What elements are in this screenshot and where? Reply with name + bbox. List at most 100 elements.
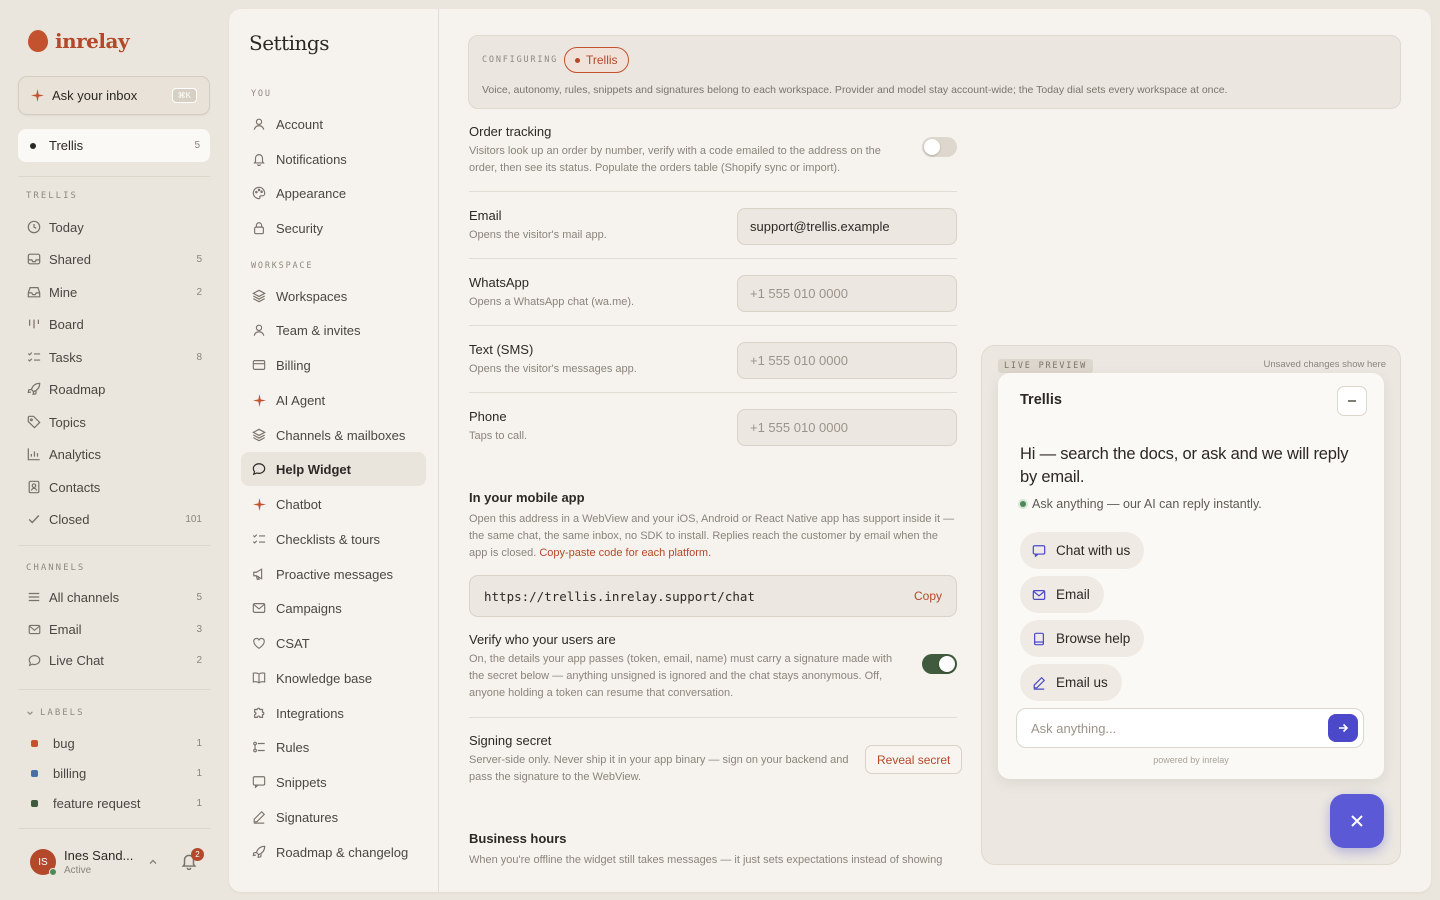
settings-nav-label: Checklists & tours bbox=[276, 531, 381, 547]
sidebar-item-live-chat[interactable]: Live Chat 2 bbox=[18, 646, 210, 674]
settings-nav-rules[interactable]: Rules bbox=[241, 730, 426, 764]
section-trellis: TRELLIS bbox=[26, 191, 78, 201]
chat-icon bbox=[251, 461, 267, 477]
widget-email-button[interactable]: Email bbox=[1020, 576, 1104, 613]
copy-url-button[interactable]: Copy bbox=[914, 589, 942, 603]
widget-input-placeholder: Ask anything... bbox=[1031, 720, 1117, 736]
sparkle-icon bbox=[31, 89, 44, 102]
workspace-count: 5 bbox=[194, 140, 200, 151]
sidebar-item-all-channels[interactable]: All channels 5 bbox=[18, 583, 210, 611]
bell-icon bbox=[251, 151, 267, 167]
live-preview-label: LIVE PREVIEW bbox=[998, 359, 1094, 373]
chevron-up-icon[interactable] bbox=[148, 857, 158, 867]
whatsapp-field[interactable]: +1 555 010 0000 bbox=[737, 275, 957, 312]
divider bbox=[18, 176, 210, 177]
widget-browse-help-button[interactable]: Browse help bbox=[1020, 620, 1145, 657]
sidebar-item-label: Roadmap bbox=[49, 381, 106, 397]
sidebar-item-today[interactable]: Today bbox=[18, 213, 210, 241]
send-button[interactable] bbox=[1328, 714, 1358, 742]
settings-nav-team[interactable]: Team & invites bbox=[241, 313, 426, 347]
sidebar-item-email[interactable]: Email 3 bbox=[18, 615, 210, 643]
widget-chat-button[interactable]: Chat with us bbox=[1020, 532, 1145, 569]
settings-nav-label: Rules bbox=[276, 739, 310, 755]
settings-nav-appearance[interactable]: Appearance bbox=[241, 176, 426, 210]
verify-toggle[interactable] bbox=[922, 654, 957, 674]
settings-nav-label: Team & invites bbox=[276, 322, 361, 338]
settings-nav-security[interactable]: Security bbox=[241, 211, 426, 245]
workspace-name: Trellis bbox=[49, 138, 84, 153]
user-menu[interactable]: IS Ines Sand... Active 2 bbox=[18, 840, 210, 884]
ask-inbox-label: Ask your inbox bbox=[52, 88, 138, 103]
sidebar-label-bug[interactable]: bug 1 bbox=[18, 729, 210, 757]
clock-icon bbox=[26, 219, 42, 235]
phone-field[interactable]: +1 555 010 0000 bbox=[737, 409, 957, 446]
settings-nav-help-widget[interactable]: Help Widget bbox=[241, 452, 426, 486]
tag-icon bbox=[26, 414, 42, 430]
chat-icon bbox=[1032, 543, 1048, 559]
settings-nav-channels[interactable]: Channels & mailboxes bbox=[241, 418, 426, 452]
ask-inbox-button[interactable]: Ask your inbox ⌘K bbox=[18, 76, 210, 115]
sidebar-item-shared[interactable]: Shared 5 bbox=[18, 245, 210, 273]
pen-icon bbox=[1032, 675, 1048, 691]
sidebar-item-roadmap[interactable]: Roadmap bbox=[18, 375, 210, 403]
label-color-swatch bbox=[31, 799, 38, 807]
settings-nav-proactive[interactable]: Proactive messages bbox=[241, 557, 426, 591]
sidebar-item-analytics[interactable]: Analytics bbox=[18, 440, 210, 468]
sidebar-item-tasks[interactable]: Tasks 8 bbox=[18, 343, 210, 371]
chat-icon bbox=[26, 652, 42, 668]
divider bbox=[469, 191, 957, 192]
sidebar-item-closed[interactable]: Closed 101 bbox=[18, 505, 210, 533]
sidebar-item-topics[interactable]: Topics bbox=[18, 408, 210, 436]
settings-nav-knowledge-base[interactable]: Knowledge base bbox=[241, 661, 426, 695]
book-icon bbox=[1032, 631, 1048, 647]
brand-logo[interactable]: inrelay bbox=[28, 29, 130, 53]
settings-nav-account[interactable]: Account bbox=[241, 107, 426, 141]
sms-field[interactable]: +1 555 010 0000 bbox=[737, 342, 957, 379]
phone-title: Phone bbox=[469, 409, 507, 424]
widget-launcher-close-button[interactable] bbox=[1330, 794, 1384, 848]
settings-nav-campaigns[interactable]: Campaigns bbox=[241, 591, 426, 625]
settings-nav-roadmap-changelog[interactable]: Roadmap & changelog bbox=[241, 835, 426, 869]
sidebar-label-billing[interactable]: billing 1 bbox=[18, 759, 210, 787]
workspace-switcher[interactable]: Trellis 5 bbox=[18, 129, 210, 162]
settings-nav-workspaces[interactable]: Workspaces bbox=[241, 279, 426, 313]
section-labels-text: LABELS bbox=[40, 708, 85, 718]
sidebar-item-count: 101 bbox=[185, 513, 202, 525]
email-field[interactable]: support@trellis.example bbox=[737, 208, 957, 245]
widget-subtitle-text: Ask anything — our AI can reply instantl… bbox=[1032, 497, 1262, 511]
platform-code-link[interactable]: Copy-paste code for each platform. bbox=[539, 547, 711, 559]
settings-nav-label: Campaigns bbox=[276, 600, 342, 616]
widget-ask-input[interactable]: Ask anything... bbox=[1016, 708, 1364, 748]
settings-nav-chatbot[interactable]: Chatbot bbox=[241, 487, 426, 521]
layers-icon bbox=[251, 288, 267, 304]
minimize-button[interactable] bbox=[1337, 386, 1367, 416]
contact-icon bbox=[26, 479, 42, 495]
sidebar-item-board[interactable]: Board bbox=[18, 310, 210, 338]
settings-nav-csat[interactable]: CSAT bbox=[241, 626, 426, 660]
settings-nav-notifications[interactable]: Notifications bbox=[241, 142, 426, 176]
reveal-secret-button[interactable]: Reveal secret bbox=[865, 745, 963, 774]
notification-count-badge: 2 bbox=[191, 848, 204, 861]
sidebar-item-mine[interactable]: Mine 2 bbox=[18, 278, 210, 306]
order-tracking-toggle[interactable] bbox=[922, 137, 957, 157]
sparkle-icon bbox=[251, 496, 267, 512]
sidebar-item-label: feature request bbox=[53, 795, 141, 811]
widget-email-us-button[interactable]: Email us bbox=[1020, 664, 1122, 701]
notifications-button[interactable]: 2 bbox=[180, 848, 204, 872]
settings-nav-integrations[interactable]: Integrations bbox=[241, 696, 426, 730]
sidebar-label-feature-request[interactable]: feature request 1 bbox=[18, 789, 210, 817]
widget-preview: Trellis Hi — search the docs, or ask and… bbox=[998, 373, 1384, 779]
configuring-workspace-pill[interactable]: Trellis bbox=[564, 47, 629, 73]
widget-button-label: Browse help bbox=[1056, 631, 1131, 646]
settings-nav-snippets[interactable]: Snippets bbox=[241, 765, 426, 799]
close-icon bbox=[1349, 813, 1365, 829]
settings-nav-signatures[interactable]: Signatures bbox=[241, 800, 426, 834]
settings-nav-billing[interactable]: Billing bbox=[241, 348, 426, 382]
section-labels[interactable]: LABELS bbox=[26, 708, 85, 718]
settings-nav-ai-agent[interactable]: AI Agent bbox=[241, 383, 426, 417]
webview-url[interactable]: https://trellis.inrelay.support/chat bbox=[484, 589, 914, 604]
sidebar-item-contacts[interactable]: Contacts bbox=[18, 473, 210, 501]
sidebar-item-count: 1 bbox=[196, 767, 202, 779]
settings-nav-checklists[interactable]: Checklists & tours bbox=[241, 522, 426, 556]
megaphone-icon bbox=[251, 566, 267, 582]
